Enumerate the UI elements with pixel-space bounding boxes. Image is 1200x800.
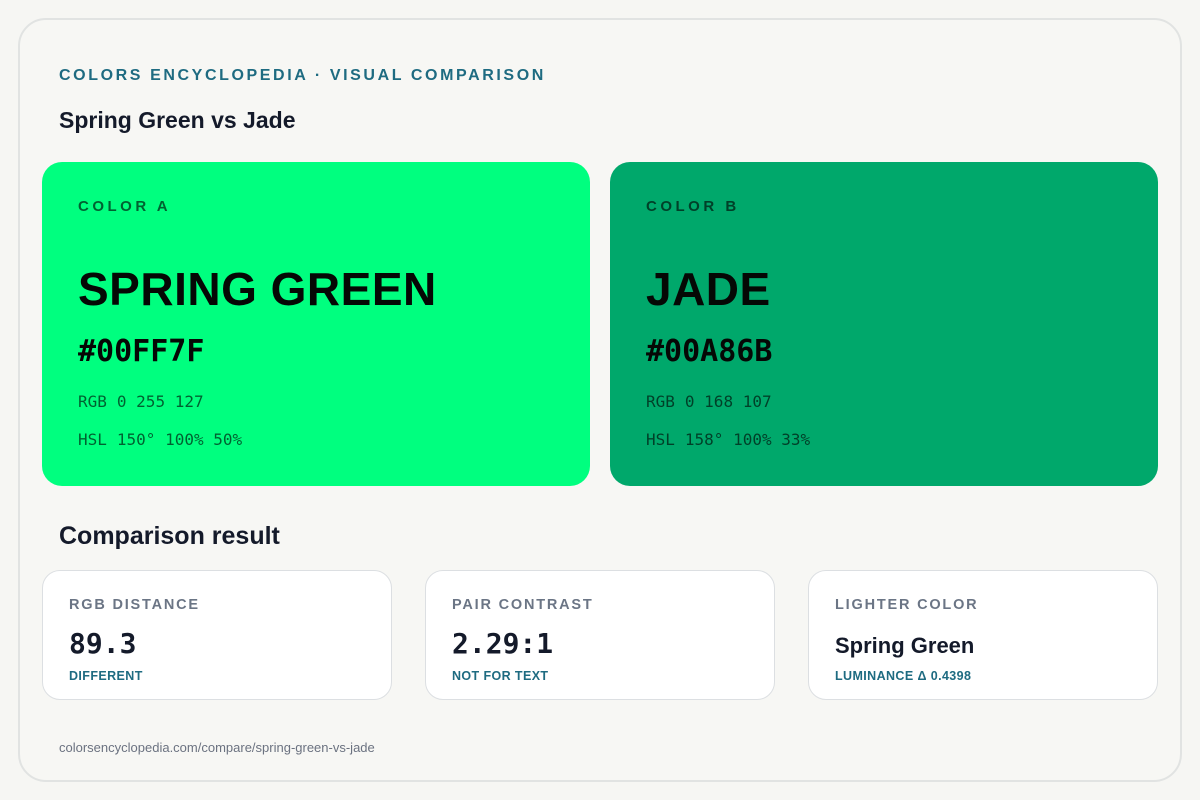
color-a-hsl-key: HSL bbox=[78, 430, 107, 449]
pair-contrast-label: PAIR CONTRAST bbox=[452, 597, 594, 613]
lighter-color-card: LIGHTER COLOR Spring Green LUMINANCE Δ 0… bbox=[808, 570, 1158, 700]
color-a-hsl: HSL 150° 100% 50% bbox=[78, 430, 242, 449]
lighter-color-note: LUMINANCE Δ 0.4398 bbox=[835, 669, 972, 683]
pair-contrast-value: 2.29:1 bbox=[452, 627, 554, 660]
lighter-color-label: LIGHTER COLOR bbox=[835, 597, 979, 613]
site-kicker: COLORS ENCYCLOPEDIA · VISUAL COMPARISON bbox=[59, 67, 546, 84]
lighter-color-value: Spring Green bbox=[835, 633, 975, 658]
color-a-slot-label: COLOR A bbox=[78, 198, 172, 215]
color-a-rgb-value: 0 255 127 bbox=[116, 392, 204, 411]
color-b-name: JADE bbox=[646, 263, 771, 315]
color-b-rgb-value: 0 168 107 bbox=[684, 392, 772, 411]
color-b-hsl-key: HSL bbox=[646, 430, 675, 449]
color-b-hex: #00A86B bbox=[646, 334, 773, 369]
color-a-swatch: COLOR A SPRING GREEN #00FF7F RGB 0 255 12… bbox=[42, 162, 590, 486]
comparison-heading: Comparison result bbox=[59, 522, 280, 550]
color-b-hsl-value: 158° 100% 33% bbox=[684, 430, 811, 449]
color-a-hex: #00FF7F bbox=[78, 334, 205, 369]
rgb-distance-card: RGB DISTANCE 89.3 DIFFERENT bbox=[42, 570, 392, 700]
color-a-name: SPRING GREEN bbox=[78, 263, 437, 315]
pair-contrast-card: PAIR CONTRAST 2.29:1 NOT FOR TEXT bbox=[425, 570, 775, 700]
page-url[interactable]: colorsencyclopedia.com/compare/spring-gr… bbox=[59, 740, 375, 755]
color-a-rgb-key: RGB bbox=[78, 392, 107, 411]
color-b-slot-label: COLOR B bbox=[646, 198, 740, 215]
page-title: Spring Green vs Jade bbox=[59, 107, 296, 133]
color-b-swatch: COLOR B JADE #00A86B RGB 0 168 107 HSL 158… bbox=[610, 162, 1158, 486]
color-b-hsl: HSL 158° 100% 33% bbox=[646, 430, 810, 449]
pair-contrast-note: NOT FOR TEXT bbox=[452, 669, 549, 683]
rgb-distance-note: DIFFERENT bbox=[69, 669, 143, 683]
color-a-rgb: RGB 0 255 127 bbox=[78, 392, 204, 411]
color-b-rgb-key: RGB bbox=[646, 392, 675, 411]
color-a-hsl-value: 150° 100% 50% bbox=[116, 430, 243, 449]
rgb-distance-label: RGB DISTANCE bbox=[69, 597, 200, 613]
color-b-rgb: RGB 0 168 107 bbox=[646, 392, 772, 411]
rgb-distance-value: 89.3 bbox=[69, 627, 137, 660]
